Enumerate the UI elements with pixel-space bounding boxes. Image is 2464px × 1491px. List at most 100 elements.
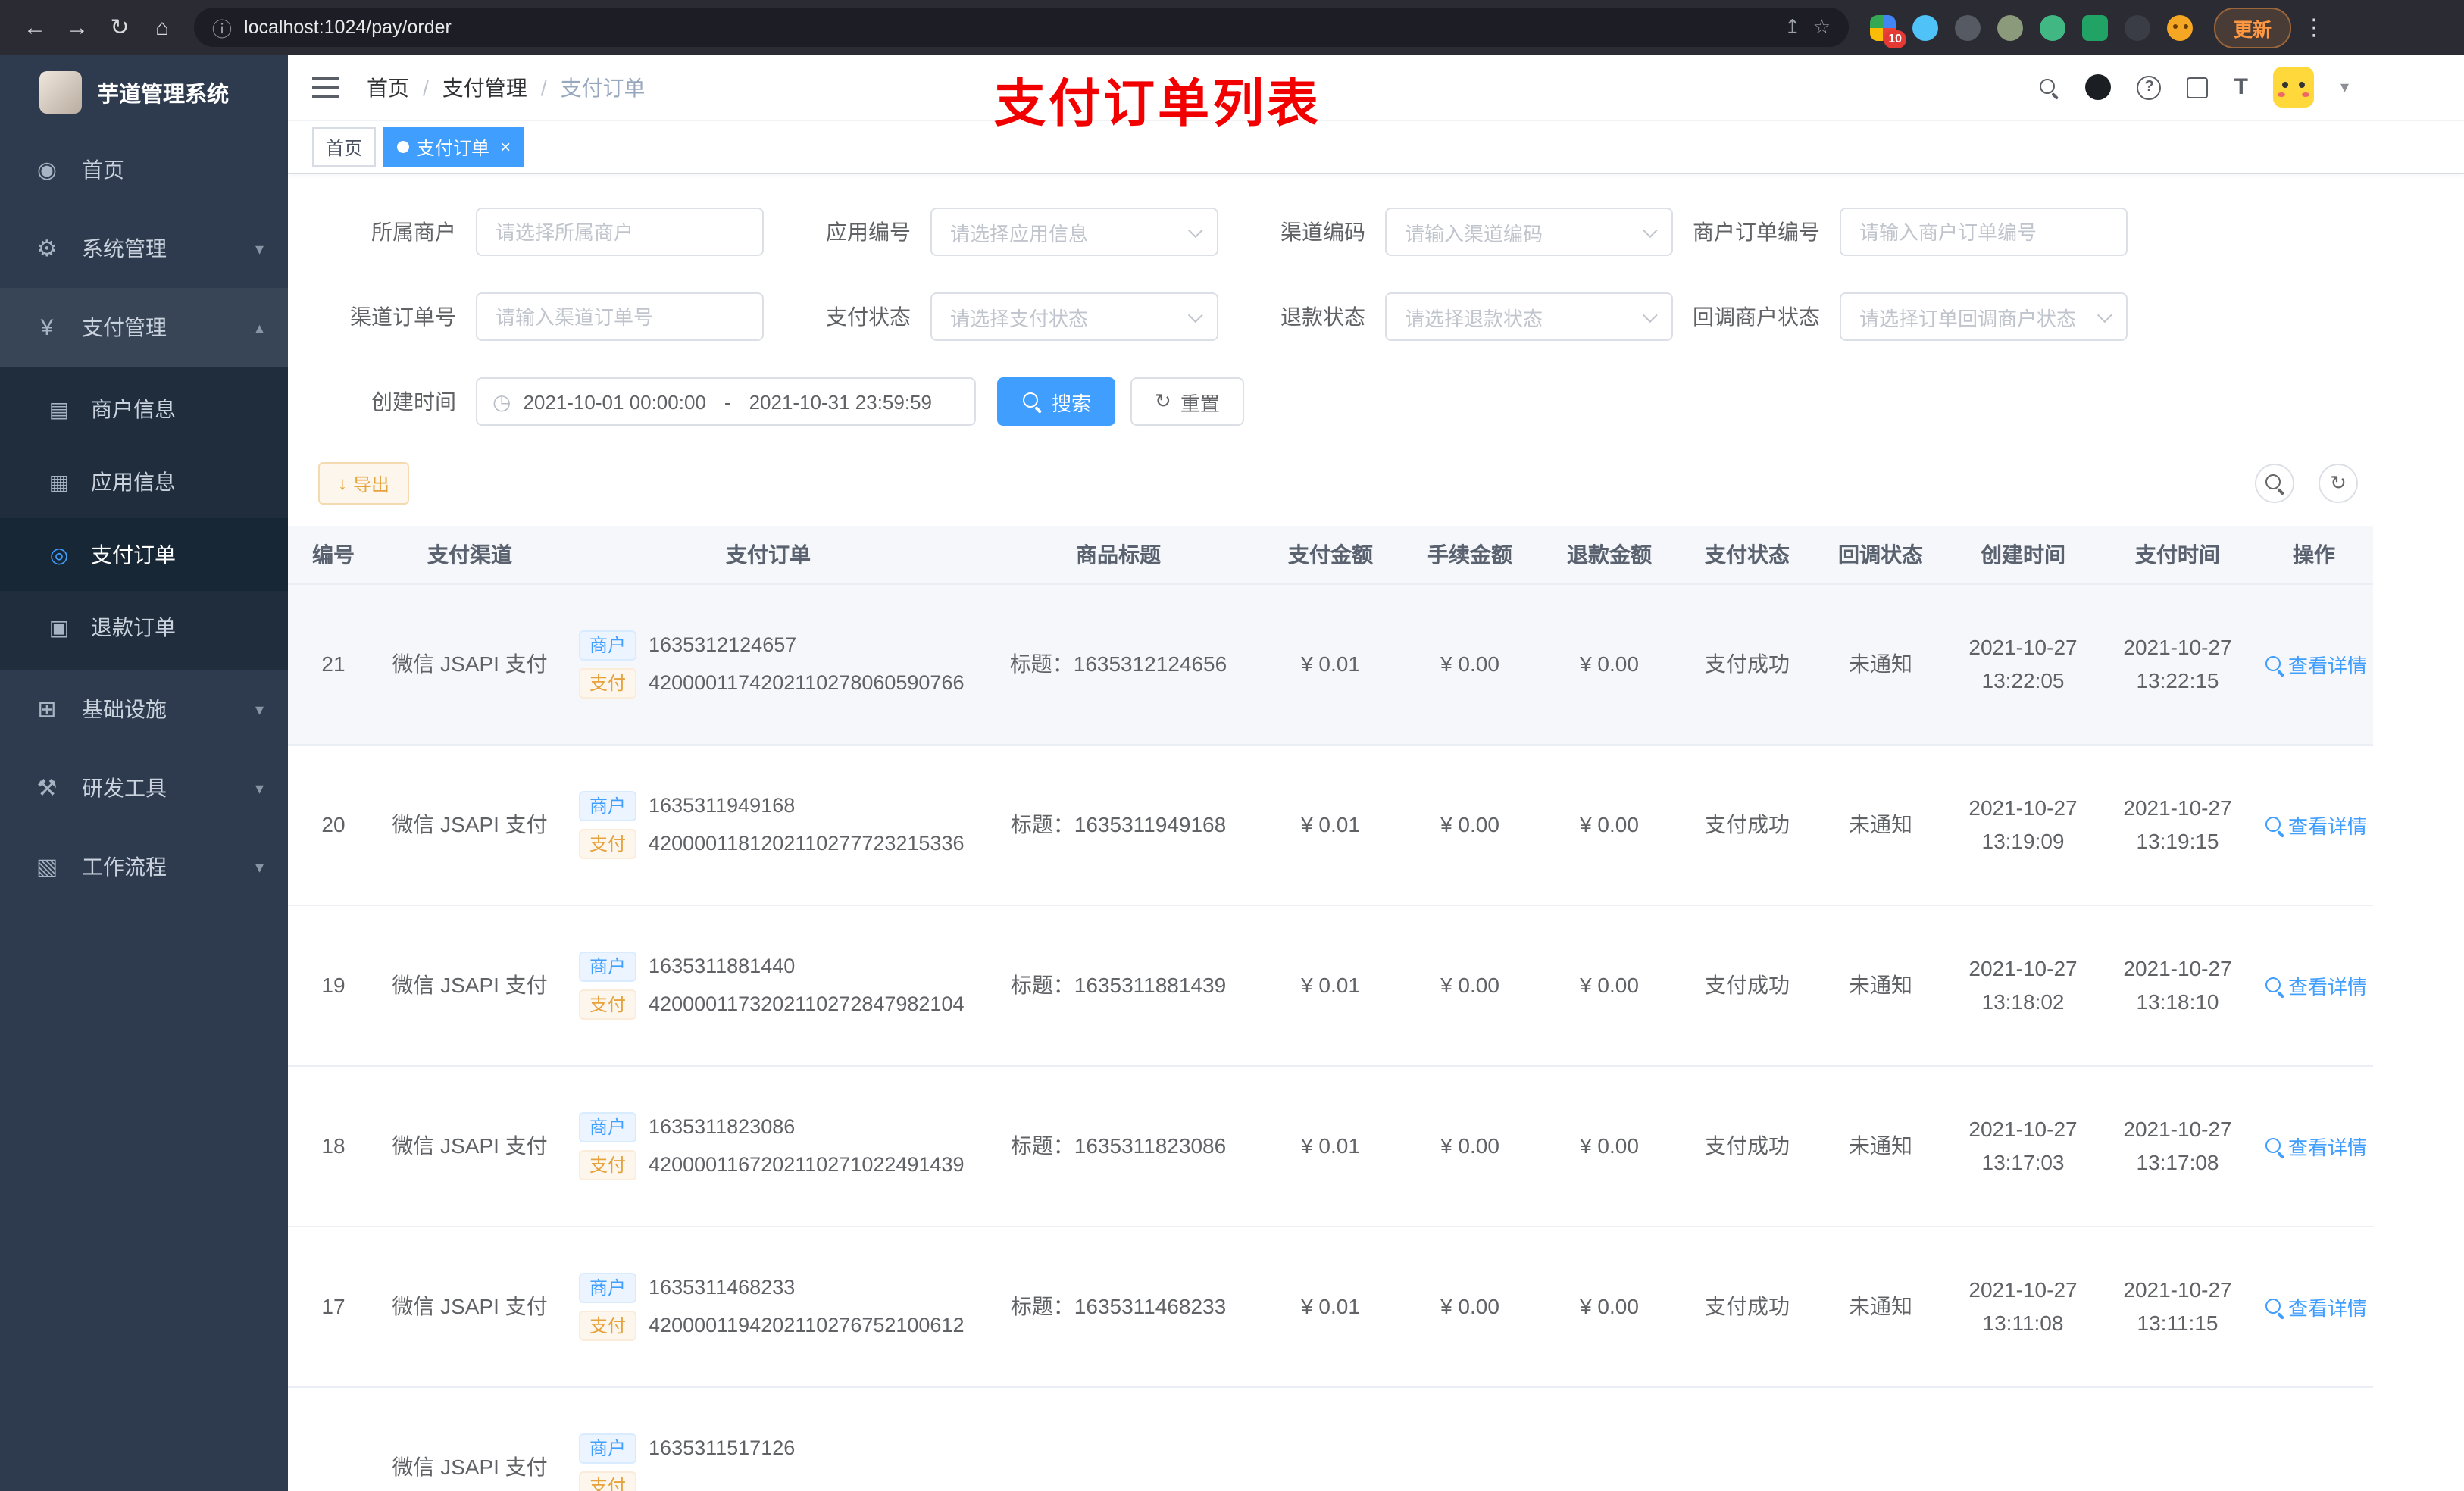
pay-date: 2021-10-27: [2123, 1116, 2232, 1141]
home-icon[interactable]: ⌂: [142, 8, 182, 47]
table-row[interactable]: 18 微信 JSAPI 支付 商户 1635311823086 支付 42000…: [288, 1065, 2373, 1227]
clock-icon: ◷: [492, 389, 511, 413]
table-header-row: 编号 支付渠道 支付订单 商品标题 支付金额 手续金额 退款金额 支付状态 回调…: [288, 526, 2373, 584]
filter-label: 应用编号: [826, 220, 911, 244]
sidebar-item-label: 支付管理: [82, 315, 167, 339]
table-row[interactable]: 21 微信 JSAPI 支付 商户 1635312124657 支付 42000…: [288, 583, 2373, 745]
merchant-order-no: 1635312124657: [649, 633, 797, 656]
chevron-down-icon: [1187, 307, 1203, 323]
date-range-picker[interactable]: ◷ 2021-10-01 00:00:00 - 2021-10-31 23:59…: [476, 377, 976, 426]
channel-pay-no: 4200001173202110272847982104: [649, 992, 965, 1015]
refresh-table-button[interactable]: ↻: [2319, 464, 2358, 503]
table-row[interactable]: 17 微信 JSAPI 支付 商户 1635311468233 支付 42000…: [288, 1226, 2373, 1387]
tools-icon: ⚒: [36, 776, 58, 802]
extension-green-icon[interactable]: [2082, 14, 2108, 40]
pay-time: 13:22:15: [2136, 668, 2219, 692]
extension-grid-icon[interactable]: 10: [1870, 14, 1906, 48]
chevron-down-icon: [2097, 307, 2112, 323]
refund-status-select[interactable]: 请选择退款状态: [1385, 292, 1673, 341]
sidebar-item-workflow[interactable]: ▧ 工作流程 ▾: [0, 827, 288, 906]
app-select[interactable]: 请选择应用信息: [930, 208, 1218, 256]
view-detail-link[interactable]: 查看详情: [2264, 810, 2367, 839]
sidebar-item-pay-order[interactable]: ◎ 支付订单: [0, 518, 288, 591]
tab-home[interactable]: 首页: [312, 127, 377, 167]
view-detail-link[interactable]: 查看详情: [2264, 971, 2367, 999]
extension-blue-icon[interactable]: [1912, 14, 1938, 40]
address-bar[interactable]: ⓘ localhost:1024/pay/order ↥ ☆: [194, 8, 1849, 47]
close-tab-icon[interactable]: ×: [500, 136, 511, 158]
user-avatar[interactable]: [2273, 67, 2315, 108]
channel-order-no-input[interactable]: [476, 292, 764, 341]
extension-dark-icon[interactable]: [1955, 14, 1981, 40]
reset-button[interactable]: ↻ 重置: [1130, 377, 1244, 426]
browser-update-button[interactable]: 更新: [2214, 7, 2292, 48]
search-button[interactable]: 搜索: [997, 377, 1116, 426]
tab-pay-order[interactable]: 支付订单 ×: [383, 127, 525, 167]
breadcrumb-payment[interactable]: 支付管理: [442, 72, 527, 102]
extension-pin-icon[interactable]: [2125, 14, 2150, 40]
sidebar-item-refund-order[interactable]: ▣ 退款订单: [0, 591, 288, 664]
view-detail-link[interactable]: 查看详情: [2264, 649, 2367, 678]
sidebar-item-merchant-info[interactable]: ▤ 商户信息: [0, 373, 288, 445]
extension-olive-icon[interactable]: [1997, 14, 2023, 40]
sidebar-item-system[interactable]: ⚙ 系统管理 ▾: [0, 209, 288, 288]
pay-date: 2021-10-27: [2123, 795, 2232, 820]
cell-pay-status: 支付成功: [1679, 905, 1815, 1066]
cell-actions: 查看详情: [2255, 905, 2373, 1066]
browser-menu-icon[interactable]: ⋮: [2294, 8, 2334, 47]
cell-refund-amount: ¥ 0.00: [1540, 744, 1679, 905]
pay-status-select[interactable]: 请选择支付状态: [930, 292, 1218, 341]
view-detail-label: 查看详情: [2288, 975, 2368, 998]
reload-icon[interactable]: ↻: [100, 8, 139, 47]
merchant-order-no-input[interactable]: [1840, 208, 2128, 256]
table-row[interactable]: 20 微信 JSAPI 支付 商户 1635311949168 支付 42000…: [288, 744, 2373, 905]
sidebar-toggle-icon[interactable]: [312, 77, 339, 98]
share-icon[interactable]: ↥: [1784, 15, 1801, 39]
sidebar-item-infra[interactable]: ⊞ 基础设施 ▾: [0, 670, 288, 749]
sidebar-item-label: 基础设施: [82, 697, 167, 721]
github-icon[interactable]: [2085, 74, 2112, 100]
back-icon[interactable]: ←: [15, 8, 55, 47]
help-icon[interactable]: ?: [2137, 75, 2162, 99]
table-row[interactable]: 微信 JSAPI 支付 商户 1635311517126 支付: [288, 1386, 2373, 1491]
channel-code-select[interactable]: 请输入渠道编码: [1385, 208, 1673, 256]
cell-pay-order: 商户 1635312124657 支付 42000011742021102780…: [561, 583, 976, 745]
channel-pay-no: 4200001174202110278060590766: [649, 671, 965, 694]
breadcrumb-home[interactable]: 首页: [367, 72, 409, 102]
site-info-icon[interactable]: ⓘ: [212, 13, 232, 42]
font-size-icon[interactable]: T: [2234, 74, 2248, 100]
view-detail-label: 查看详情: [2288, 1296, 2368, 1319]
filter-label: 回调商户状态: [1693, 305, 1820, 329]
filter-label: 所属商户: [371, 220, 456, 244]
view-detail-link[interactable]: 查看详情: [2264, 1292, 2367, 1321]
sidebar-item-app-info[interactable]: ▦ 应用信息: [0, 445, 288, 518]
sidebar-item-label: 工作流程: [82, 855, 167, 879]
cell-pay-amount: ¥ 0.01: [1261, 1226, 1400, 1387]
create-time: 13:17:03: [1981, 1150, 2065, 1174]
cell-fee-amount: ¥ 0.00: [1400, 1065, 1540, 1227]
sidebar-item-devtools[interactable]: ⚒ 研发工具 ▾: [0, 749, 288, 827]
view-detail-link[interactable]: 查看详情: [2264, 1131, 2367, 1160]
cell-pay-time: 2021-10-27 13:22:15: [2100, 583, 2255, 745]
user-dropdown-caret-icon[interactable]: ▾: [2340, 77, 2349, 97]
logo[interactable]: 芋道管理系统: [0, 55, 288, 130]
forward-icon[interactable]: →: [58, 8, 97, 47]
sidebar-item-payment[interactable]: ¥ 支付管理 ▴: [0, 288, 288, 367]
emoji-extension-icon[interactable]: [2167, 14, 2193, 40]
bookmark-star-icon[interactable]: ☆: [1813, 15, 1831, 39]
channel-pay-no: 4200001167202110271022491439: [649, 1153, 965, 1176]
payment-submenu: ▤ 商户信息 ▦ 应用信息 ◎ 支付订单 ▣ 退款订单: [0, 367, 288, 670]
chevron-down-icon: [1187, 222, 1203, 238]
toggle-search-button[interactable]: [2255, 464, 2294, 503]
bullseye-icon: ◎: [49, 542, 69, 566]
merchant-input[interactable]: [476, 208, 764, 256]
table-row[interactable]: 19 微信 JSAPI 支付 商户 1635311881440 支付 42000…: [288, 905, 2373, 1066]
cell-create-time: 2021-10-27 13:18:02: [1946, 905, 2100, 1066]
export-button[interactable]: ↓ 导出: [318, 462, 410, 505]
fullscreen-icon[interactable]: [2187, 77, 2209, 98]
notify-status-select[interactable]: 请选择订单回调商户状态: [1840, 292, 2128, 341]
gear-icon: ⚙: [36, 236, 58, 262]
search-icon[interactable]: [2039, 77, 2060, 98]
sidebar-item-home[interactable]: ◉ 首页: [0, 130, 288, 209]
vue-devtools-icon[interactable]: [2040, 14, 2065, 40]
